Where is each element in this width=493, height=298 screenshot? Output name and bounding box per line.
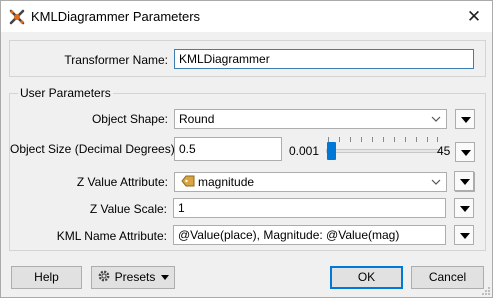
z-value-attribute-label: Z Value Attribute: xyxy=(76,175,168,189)
menu-triangle-icon xyxy=(460,179,470,185)
transformer-name-group: Transformer Name: KMLDiagrammer xyxy=(9,40,486,77)
object-shape-value: Round xyxy=(179,112,215,126)
cancel-button[interactable]: Cancel xyxy=(411,266,484,289)
fme-transformer-icon xyxy=(9,9,25,25)
menu-triangle-icon xyxy=(160,275,169,280)
object-shape-label: Object Shape: xyxy=(91,112,168,126)
window-title: KMLDiagrammer Parameters xyxy=(31,9,201,24)
close-icon: ✕ xyxy=(466,7,482,26)
z-value-attribute-value: magnitude xyxy=(198,175,255,189)
close-button[interactable]: ✕ xyxy=(456,1,492,32)
z-value-attribute-select[interactable]: magnitude xyxy=(174,172,447,192)
slider-max-label: 45 xyxy=(437,144,451,158)
kml-name-attribute-menu-button[interactable] xyxy=(454,225,474,245)
menu-triangle-icon xyxy=(461,117,471,123)
gear-icon xyxy=(98,270,110,282)
user-parameters-legend: User Parameters xyxy=(18,86,113,100)
help-button[interactable]: Help xyxy=(11,266,82,289)
object-size-slider-thumb[interactable] xyxy=(327,142,337,160)
resize-grip-icon[interactable] xyxy=(481,286,491,296)
ok-button[interactable]: OK xyxy=(330,266,403,289)
z-value-attribute-menu-button[interactable] xyxy=(454,171,474,191)
kml-name-attribute-label: KML Name Attribute: xyxy=(56,229,167,243)
object-shape-menu-button[interactable] xyxy=(455,109,475,129)
object-size-slider-track[interactable] xyxy=(326,149,440,153)
slider-min-label: 0.001 xyxy=(289,144,320,158)
transformer-name-input[interactable]: KMLDiagrammer xyxy=(174,49,474,69)
object-size-input[interactable]: 0.5 xyxy=(174,137,282,161)
presets-label: Presets xyxy=(114,270,156,284)
menu-triangle-icon xyxy=(460,233,470,239)
z-value-scale-label: Z Value Scale: xyxy=(89,202,167,216)
z-value-scale-input[interactable]: 1 xyxy=(173,198,446,218)
title-bar: KMLDiagrammer Parameters ✕ xyxy=(1,1,492,32)
parameters-dialog: KMLDiagrammer Parameters ✕ Transformer N… xyxy=(0,0,493,298)
menu-triangle-icon xyxy=(460,206,470,212)
chevron-down-icon xyxy=(431,116,441,122)
chevron-down-icon xyxy=(431,179,441,185)
transformer-name-label: Transformer Name: xyxy=(64,53,168,67)
object-size-menu-button[interactable] xyxy=(455,142,475,162)
kml-name-attribute-input[interactable]: @Value(place), Magnitude: @Value(mag) xyxy=(173,225,446,245)
z-value-scale-menu-button[interactable] xyxy=(454,198,474,218)
slider-ticks xyxy=(328,137,438,143)
presets-button[interactable]: Presets xyxy=(91,266,175,289)
menu-triangle-icon xyxy=(461,150,471,156)
object-shape-select[interactable]: Round xyxy=(174,109,447,129)
object-size-label: Object Size (Decimal Degrees): xyxy=(10,142,179,156)
attribute-tag-icon xyxy=(181,175,195,187)
